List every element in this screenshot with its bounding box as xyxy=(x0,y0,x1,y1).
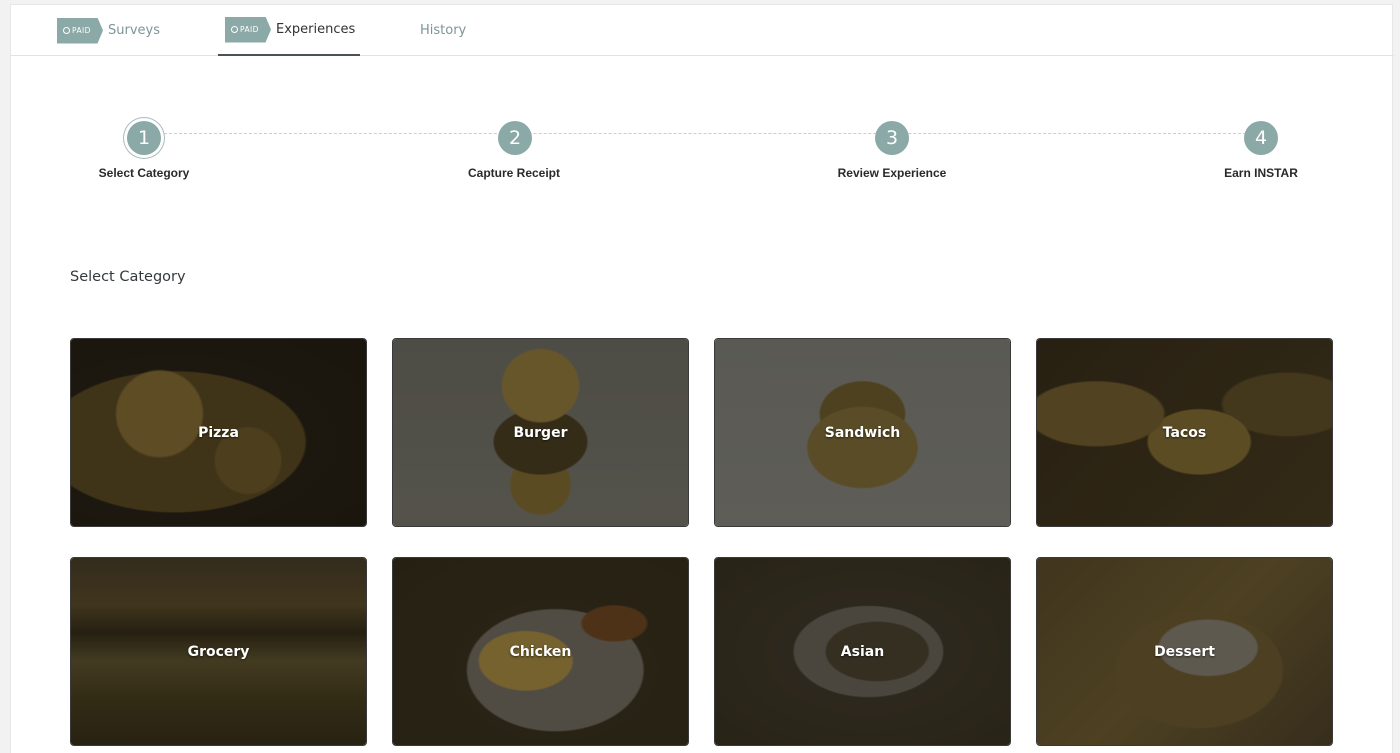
category-card-asian[interactable]: Asian xyxy=(714,557,1011,746)
tab-history-label: History xyxy=(420,23,467,38)
step-4-label: Earn INSTAR xyxy=(1224,166,1298,180)
tab-experiences[interactable]: PAID Experiences xyxy=(218,5,360,56)
step-1-circle: 1 xyxy=(127,121,161,155)
tab-history[interactable]: History xyxy=(420,5,466,56)
paid-badge: PAID xyxy=(57,17,103,44)
category-label: Dessert xyxy=(1154,643,1215,660)
step-2-circle: 2 xyxy=(498,121,532,155)
category-card-dessert[interactable]: Dessert xyxy=(1036,557,1333,746)
category-card-grocery[interactable]: Grocery xyxy=(70,557,367,746)
category-label: Sandwich xyxy=(824,424,901,441)
category-label: Grocery xyxy=(187,643,250,660)
category-card-tacos[interactable]: Tacos xyxy=(1036,338,1333,527)
step-4-circle: 4 xyxy=(1244,121,1278,155)
category-label: Pizza xyxy=(198,424,239,441)
step-3-circle: 3 xyxy=(875,121,909,155)
category-label: Chicken xyxy=(509,643,572,660)
tab-experiences-label: Experiences xyxy=(276,22,356,37)
category-card-sandwich[interactable]: Sandwich xyxy=(714,338,1011,527)
coin-icon xyxy=(63,27,70,34)
app-frame: PAID Surveys PAID Experiences History 1 … xyxy=(10,4,1394,753)
category-card-chicken[interactable]: Chicken xyxy=(392,557,689,746)
section-title: Select Category xyxy=(70,269,186,285)
coin-icon xyxy=(231,26,238,33)
tab-surveys-label: Surveys xyxy=(108,23,160,38)
paid-badge: PAID xyxy=(225,16,271,43)
step-3-label: Review Experience xyxy=(837,166,947,180)
tab-surveys[interactable]: PAID Surveys xyxy=(57,5,160,56)
step-2-label: Capture Receipt xyxy=(467,166,561,180)
category-label: Tacos xyxy=(1162,424,1207,441)
tab-bar: PAID Surveys PAID Experiences History xyxy=(11,5,1394,56)
step-1-label: Select Category xyxy=(98,166,190,180)
category-label: Burger xyxy=(513,424,568,441)
category-label: Asian xyxy=(840,643,885,660)
category-card-burger[interactable]: Burger xyxy=(392,338,689,527)
stepper-connector xyxy=(154,133,1271,134)
category-card-pizza[interactable]: Pizza xyxy=(70,338,367,527)
